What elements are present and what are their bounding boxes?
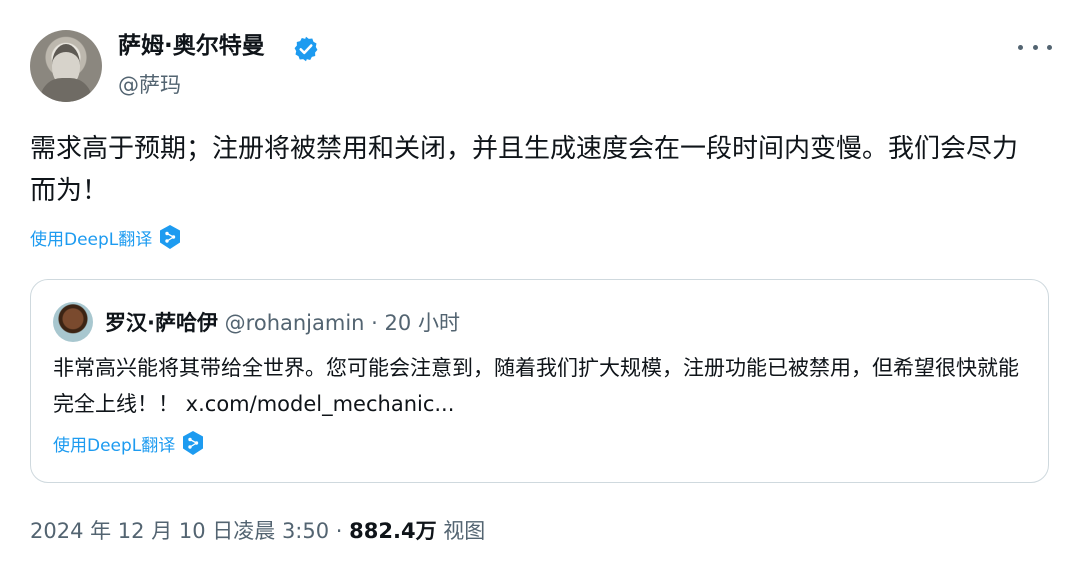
author-avatar[interactable] — [30, 30, 102, 102]
quoted-author-avatar[interactable] — [53, 302, 93, 342]
footer-separator: · — [335, 519, 343, 543]
verified-badge-icon — [294, 36, 318, 62]
author-display-name[interactable]: 萨姆·奥尔特曼 — [118, 30, 265, 62]
tweet-footer: 2024 年 12 月 10 日凌晨 3:50 · 882.4万 视图 — [30, 516, 485, 546]
quoted-separator: · — [371, 311, 378, 335]
more-options-icon[interactable] — [1018, 33, 1052, 61]
quoted-tweet-text: 非常高兴能将其带给全世界。您可能会注意到，随着我们扩大规模，注册功能已被禁用，但… — [53, 356, 1019, 416]
tweet-card: 萨姆·奥尔特曼 @萨玛 需求高于预期；注册将被禁用和关闭，并且生成速度会在一段时… — [0, 0, 1072, 566]
deepl-icon — [160, 225, 181, 249]
tweet-timestamp[interactable]: 2024 年 12 月 10 日凌晨 3:50 — [30, 519, 329, 543]
more-dot — [1032, 44, 1038, 50]
translate-label: 使用DeepL翻译 — [30, 229, 153, 250]
quoted-tweet-header: 罗汉·萨哈伊 @rohanjamin · 20 小时 — [105, 308, 460, 338]
quoted-tweet[interactable]: 罗汉·萨哈伊 @rohanjamin · 20 小时 非常高兴能将其带给全世界。… — [30, 279, 1049, 483]
avatar-shirt — [40, 78, 92, 102]
quoted-author-name[interactable]: 罗汉·萨哈伊 — [105, 311, 218, 335]
more-dot — [1047, 44, 1052, 50]
quoted-time[interactable]: 20 小时 — [385, 311, 460, 335]
views-count: 882.4万 — [349, 519, 437, 543]
author-handle[interactable]: @萨玛 — [118, 70, 181, 100]
quoted-translate-link[interactable]: 使用DeepL翻译 — [53, 430, 205, 456]
translate-label: 使用DeepL翻译 — [53, 435, 176, 456]
deepl-icon — [183, 431, 204, 455]
more-dot — [1018, 44, 1023, 50]
quoted-author-handle[interactable]: @rohanjamin — [225, 311, 365, 335]
views-label: 视图 — [443, 519, 486, 543]
translate-link[interactable]: 使用DeepL翻译 — [30, 224, 182, 250]
tweet-text: 需求高于预期；注册将被禁用和关闭，并且生成速度会在一段时间内变慢。我们会尽力而为… — [30, 134, 1019, 206]
